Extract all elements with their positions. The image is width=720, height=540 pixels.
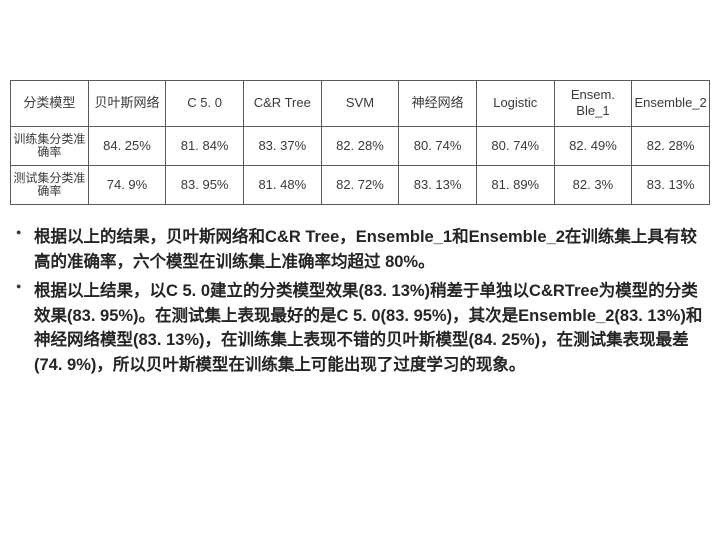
cell: 81. 48%: [243, 165, 321, 204]
col-header: 神经网络: [399, 81, 477, 127]
col-header: SVM: [321, 81, 399, 127]
cell: 83. 37%: [243, 126, 321, 165]
bullet-item: 根据以上的结果，贝叶斯网络和C&R Tree，Ensemble_1和Ensemb…: [34, 225, 706, 275]
cell: 83. 13%: [632, 165, 710, 204]
cell: 74. 9%: [88, 165, 166, 204]
cell: 82. 28%: [632, 126, 710, 165]
cell: 80. 74%: [399, 126, 477, 165]
col-header: 贝叶斯网络: [88, 81, 166, 127]
table-header-row: 分类模型 贝叶斯网络 C 5. 0 C&R Tree SVM 神经网络 Logi…: [11, 81, 710, 127]
col-header: C&R Tree: [243, 81, 321, 127]
col-header: Ensemble_2: [632, 81, 710, 127]
col-header: Ensem. Ble_1: [554, 81, 632, 127]
cell: 82. 49%: [554, 126, 632, 165]
col-header: 分类模型: [11, 81, 89, 127]
table-row: 训练集分类准确率 84. 25% 81. 84% 83. 37% 82. 28%…: [11, 126, 710, 165]
cell: 82. 72%: [321, 165, 399, 204]
row-label: 训练集分类准确率: [11, 126, 89, 165]
cell: 82. 28%: [321, 126, 399, 165]
cell: 83. 13%: [399, 165, 477, 204]
analysis-bullets: 根据以上的结果，贝叶斯网络和C&R Tree，Ensemble_1和Ensemb…: [10, 225, 710, 378]
cell: 82. 3%: [554, 165, 632, 204]
col-header: Logistic: [476, 81, 554, 127]
row-label: 测试集分类准确率: [11, 165, 89, 204]
cell: 83. 95%: [166, 165, 244, 204]
cell: 84. 25%: [88, 126, 166, 165]
table-row: 测试集分类准确率 74. 9% 83. 95% 81. 48% 82. 72% …: [11, 165, 710, 204]
results-table: 分类模型 贝叶斯网络 C 5. 0 C&R Tree SVM 神经网络 Logi…: [10, 80, 710, 205]
cell: 81. 89%: [476, 165, 554, 204]
cell: 81. 84%: [166, 126, 244, 165]
cell: 80. 74%: [476, 126, 554, 165]
col-header: C 5. 0: [166, 81, 244, 127]
bullet-item: 根据以上结果，以C 5. 0建立的分类模型效果(83. 13%)稍差于单独以C&…: [34, 279, 706, 378]
